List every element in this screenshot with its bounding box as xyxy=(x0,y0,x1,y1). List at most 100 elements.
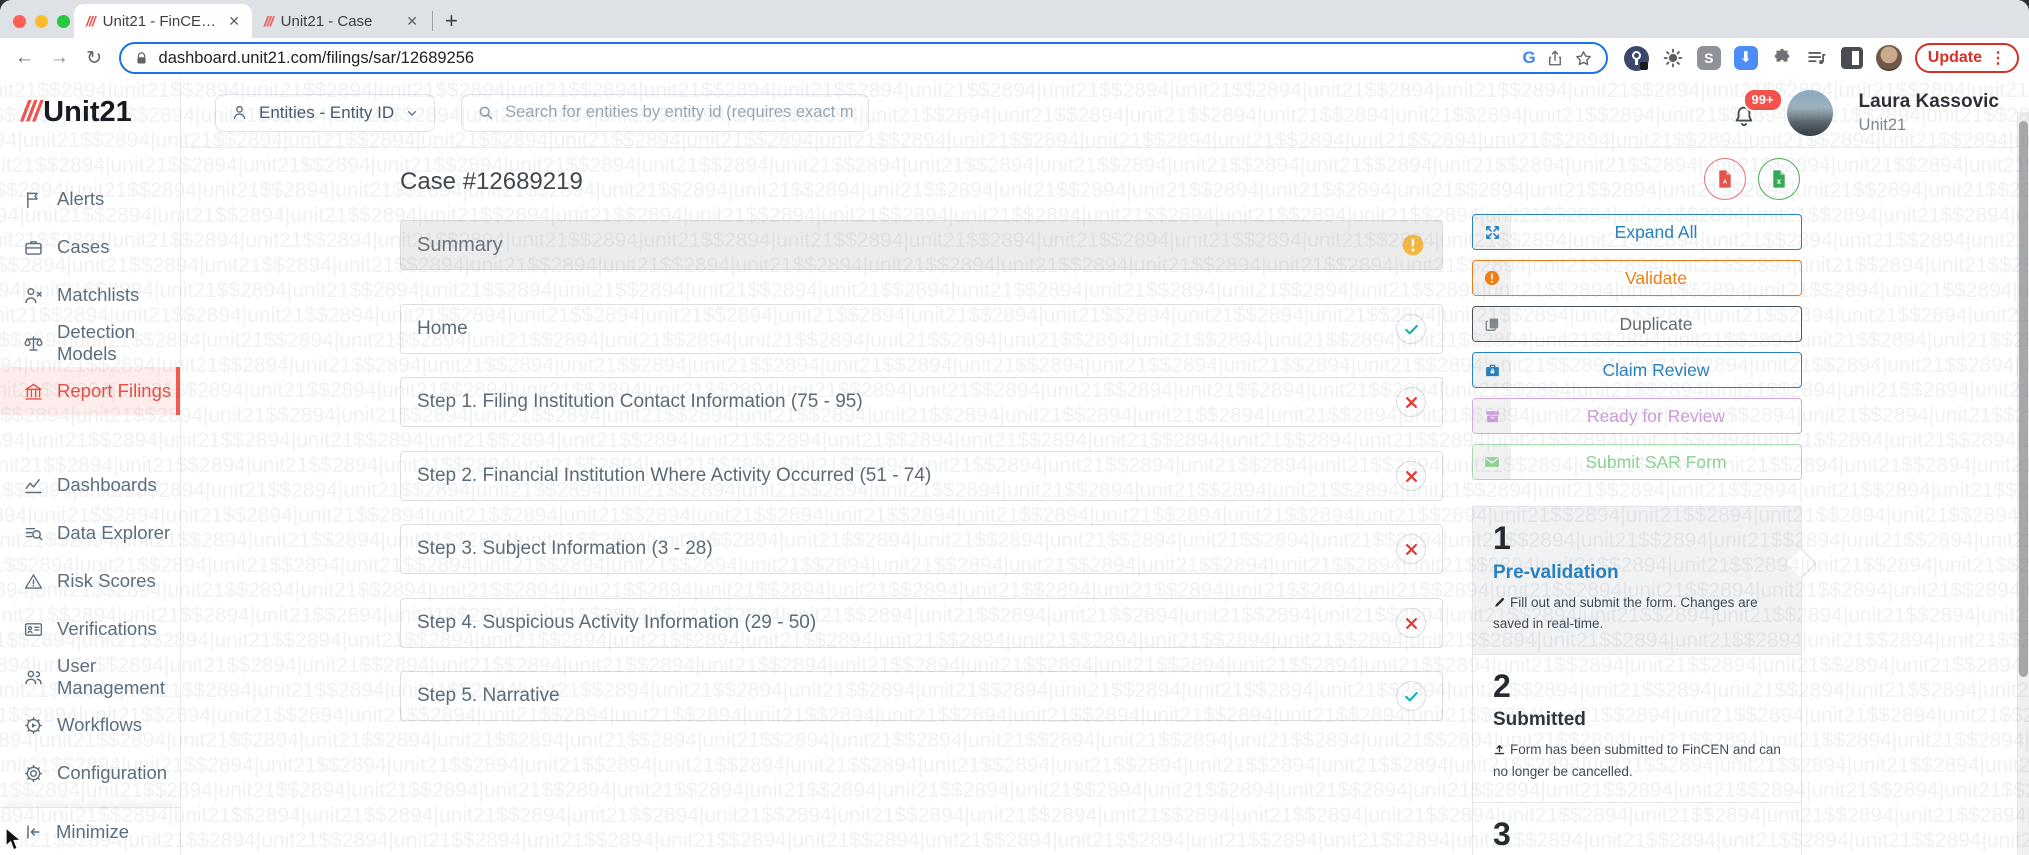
sidebar-item-dashboards[interactable]: Dashboards xyxy=(0,461,180,509)
gear-play-icon xyxy=(25,716,42,734)
tab-case[interactable]: /// Unit21 - Case ✕ xyxy=(252,4,430,38)
validate-button[interactable]: Validate xyxy=(1472,260,1802,296)
sidebar-item-configuration[interactable]: Configuration xyxy=(0,749,180,797)
duplicate-button[interactable]: Duplicate xyxy=(1472,306,1802,342)
entity-search[interactable] xyxy=(461,93,870,132)
sidebar-minimize[interactable]: Minimize xyxy=(0,807,180,855)
scrollbar-track[interactable] xyxy=(2017,112,2029,855)
accordion-label: Home xyxy=(417,318,468,339)
button-label: Submit SAR Form xyxy=(1585,451,1727,472)
close-window-button[interactable] xyxy=(13,15,26,28)
new-tab-button[interactable]: + xyxy=(445,10,458,32)
actions-panel: A x Expand All Validate Duplicate Claim … xyxy=(1472,158,1802,855)
export-pdf-button[interactable]: A xyxy=(1704,158,1746,200)
button-label: Duplicate xyxy=(1619,313,1693,334)
sidebar-item-label: Risk Scores xyxy=(57,570,156,591)
back-button[interactable]: ← xyxy=(10,47,39,69)
password-manager-icon[interactable] xyxy=(1623,45,1649,71)
sidebar-item-user-management[interactable]: User Management xyxy=(0,653,180,701)
unit21-favicon: /// xyxy=(264,13,274,29)
expand-icon xyxy=(1473,215,1511,249)
sidebar-item-cases[interactable]: Cases xyxy=(0,223,180,271)
close-tab-icon[interactable]: ✕ xyxy=(406,13,418,30)
settings-sun-icon[interactable] xyxy=(1662,47,1684,69)
accordion-step1[interactable]: Step 1. Filing Institution Contact Infor… xyxy=(400,377,1443,427)
sidebar-item-workflows[interactable]: Workflows xyxy=(0,701,180,749)
share-icon[interactable] xyxy=(1546,49,1564,67)
browser-menu-icon[interactable]: ⋮ xyxy=(1990,48,2006,68)
playlist-icon[interactable] xyxy=(1806,47,1828,69)
error-x-icon xyxy=(1396,461,1426,491)
button-label: Validate xyxy=(1625,267,1687,288)
pdf-file-icon: A xyxy=(1719,170,1731,188)
update-button[interactable]: Update ⋮ xyxy=(1914,43,2020,73)
user-avatar[interactable] xyxy=(1786,89,1833,136)
sidebar-item-data-explorer[interactable]: Data Explorer xyxy=(0,509,180,557)
close-tab-icon[interactable]: ✕ xyxy=(228,13,240,30)
tab-fincen-sar[interactable]: /// Unit21 - FinCEN SAR ✕ xyxy=(74,4,252,38)
accordion-home[interactable]: Home xyxy=(400,304,1443,354)
reader-mode-icon[interactable] xyxy=(1840,47,1863,69)
submit-sar-form-button[interactable]: Submit SAR Form xyxy=(1472,444,1802,480)
sidebar-item-label: Matchlists xyxy=(57,284,140,305)
browser-profile-avatar[interactable] xyxy=(1875,45,1902,71)
traffic-lights[interactable] xyxy=(13,15,70,28)
sidebar-item-label: Workflows xyxy=(57,714,142,735)
briefcase-icon xyxy=(25,240,42,255)
notifications[interactable]: 99+ xyxy=(1731,87,1783,130)
case-content: Case #12689219 Summary Home Step 1. Fili… xyxy=(181,148,2029,855)
chart-icon xyxy=(25,478,42,493)
step-number: 3 xyxy=(1493,815,1511,852)
chevron-down-icon xyxy=(408,110,417,116)
scrollbar-thumb[interactable] xyxy=(2019,121,2028,677)
sidebar: /// Unit21 Alerts Cases Matchlists Detec… xyxy=(0,78,181,855)
forward-button[interactable]: → xyxy=(45,47,74,69)
pencil-icon xyxy=(1495,597,1505,607)
person-icon xyxy=(233,105,246,120)
minimize-window-button[interactable] xyxy=(35,15,48,28)
lock-icon xyxy=(136,51,146,63)
accordion-step3[interactable]: Step 3. Subject Information (3 - 28) xyxy=(400,524,1443,574)
entity-type-dropdown[interactable]: Entities - Entity ID xyxy=(215,93,436,132)
reload-button[interactable]: ↻ xyxy=(80,47,109,70)
accordion-step2[interactable]: Step 2. Financial Institution Where Acti… xyxy=(400,451,1443,501)
search-input[interactable] xyxy=(505,103,855,122)
user-info[interactable]: Laura Kassovic Unit21 xyxy=(1859,91,1999,135)
claim-review-button[interactable]: Claim Review xyxy=(1472,352,1802,388)
excel-file-icon: x xyxy=(1773,170,1785,188)
collapse-arrow-icon xyxy=(27,824,40,839)
sidebar-item-verifications[interactable]: Verifications xyxy=(0,605,180,653)
summary-accordion[interactable]: Summary xyxy=(400,220,1443,270)
main-column: Entities - Entity ID 99+ Laura Kasso xyxy=(181,78,2029,855)
sidebar-item-label: Verifications xyxy=(57,618,157,639)
sidebar-item-matchlists[interactable]: Matchlists xyxy=(0,271,180,319)
copy-icon xyxy=(1473,307,1511,341)
sidebar-nav: Alerts Cases Matchlists Detection Models xyxy=(0,175,180,797)
extensions-puzzle-icon[interactable] xyxy=(1771,47,1793,69)
tab-title: Unit21 - Case xyxy=(280,12,373,30)
warning-info-icon xyxy=(1402,234,1424,256)
extension-s-icon[interactable]: S xyxy=(1696,46,1721,70)
accordion-step4[interactable]: Step 4. Suspicious Activity Information … xyxy=(400,598,1443,648)
sidebar-item-detection-models[interactable]: Detection Models xyxy=(0,319,180,367)
accordion-step5[interactable]: Step 5. Narrative xyxy=(400,671,1443,721)
zoom-window-button[interactable] xyxy=(57,15,70,28)
sidebar-item-risk-scores[interactable]: Risk Scores xyxy=(0,557,180,605)
unit21-app: unit21$$2894|unit21$$2894|unit21$$2894|u… xyxy=(0,78,2029,855)
sidebar-item-alerts[interactable]: Alerts xyxy=(0,175,180,223)
step-success: 3 Success Form has been successfully acc… xyxy=(1473,801,1801,855)
export-excel-button[interactable]: x xyxy=(1758,158,1800,200)
url-bar[interactable]: dashboard.unit21.com/filings/sar/1268925… xyxy=(118,42,1608,74)
step-title: Pre-validation xyxy=(1493,561,1619,583)
expand-all-button[interactable]: Expand All xyxy=(1472,214,1802,250)
briefcase-lock-icon xyxy=(1473,353,1511,387)
google-icon[interactable]: G xyxy=(1523,48,1536,68)
ready-for-review-button[interactable]: Ready for Review xyxy=(1472,398,1802,434)
sidebar-item-label: User Management xyxy=(57,655,165,698)
flag-icon xyxy=(27,191,38,208)
sidebar-item-report-filings[interactable]: Report Filings xyxy=(0,367,180,415)
download-icon[interactable]: ⬇ xyxy=(1733,46,1758,70)
accordion-label: Step 5. Narrative xyxy=(417,685,560,706)
step-title: Submitted xyxy=(1493,709,1586,731)
bookmark-star-icon[interactable] xyxy=(1574,49,1593,68)
